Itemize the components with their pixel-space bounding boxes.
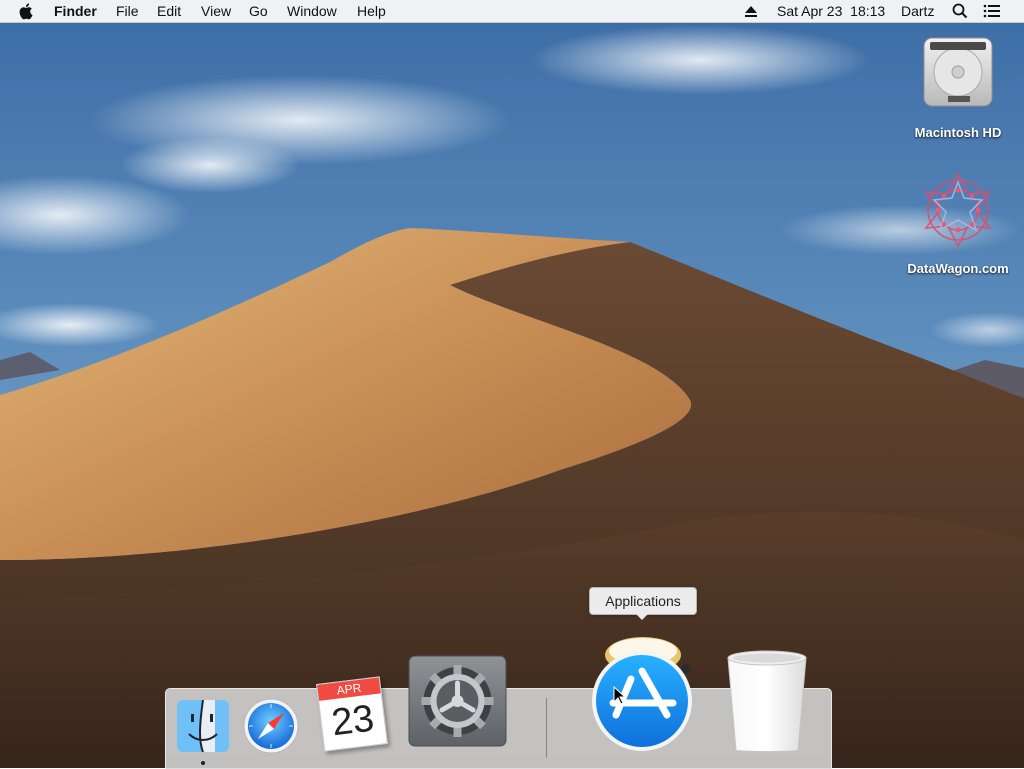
calendar-icon: APR 23 bbox=[316, 676, 388, 752]
calendar-day: 23 bbox=[329, 697, 377, 745]
dock-tooltip: Applications bbox=[589, 587, 697, 615]
apple-menu-icon[interactable] bbox=[17, 0, 37, 22]
dock-trash[interactable] bbox=[724, 648, 810, 754]
trash-icon bbox=[727, 650, 807, 752]
mouse-cursor-icon bbox=[613, 686, 627, 705]
menu-user[interactable]: Dartz bbox=[901, 0, 934, 22]
menu-clock[interactable]: Sat Apr 23 18:13 bbox=[777, 0, 885, 22]
desktop-icon-datawagon[interactable]: DataWagon.com bbox=[898, 168, 1018, 283]
desktop-icon-label: Macintosh HD bbox=[914, 125, 1002, 140]
finder-icon bbox=[177, 699, 229, 753]
notification-center-icon[interactable] bbox=[982, 0, 1002, 22]
system-preferences-icon bbox=[408, 655, 507, 747]
menu-bar: Finder File Edit View Go Window Help Sat… bbox=[0, 0, 1024, 23]
menu-help[interactable]: Help bbox=[357, 0, 386, 22]
tooltip-arrow bbox=[635, 613, 649, 620]
dock-calendar[interactable]: APR 23 bbox=[316, 676, 388, 752]
dock-system-preferences[interactable] bbox=[408, 655, 507, 747]
spotlight-search-icon[interactable] bbox=[951, 0, 969, 22]
hard-drive-icon bbox=[923, 37, 993, 107]
desktop-icon-label: DataWagon.com bbox=[907, 261, 1009, 276]
finder-running-indicator bbox=[201, 761, 205, 765]
menu-view[interactable]: View bbox=[201, 0, 231, 22]
desktop-wallpaper bbox=[0, 0, 1024, 768]
dock-safari[interactable] bbox=[242, 697, 300, 755]
menu-edit[interactable]: Edit bbox=[157, 0, 181, 22]
menu-window[interactable]: Window bbox=[287, 0, 337, 22]
menu-file[interactable]: File bbox=[116, 0, 139, 22]
network-volume-icon bbox=[924, 172, 992, 248]
desktop-icon-macintosh-hd[interactable]: Macintosh HD bbox=[898, 30, 1018, 145]
dock-separator bbox=[546, 698, 547, 758]
dock-applications[interactable] bbox=[591, 635, 695, 753]
app-store-folder-icon bbox=[592, 637, 692, 751]
dock-finder[interactable] bbox=[175, 698, 231, 754]
menu-app-name[interactable]: Finder bbox=[54, 0, 97, 22]
menu-go[interactable]: Go bbox=[249, 0, 268, 22]
safari-icon bbox=[243, 698, 299, 754]
eject-icon[interactable] bbox=[744, 0, 758, 22]
